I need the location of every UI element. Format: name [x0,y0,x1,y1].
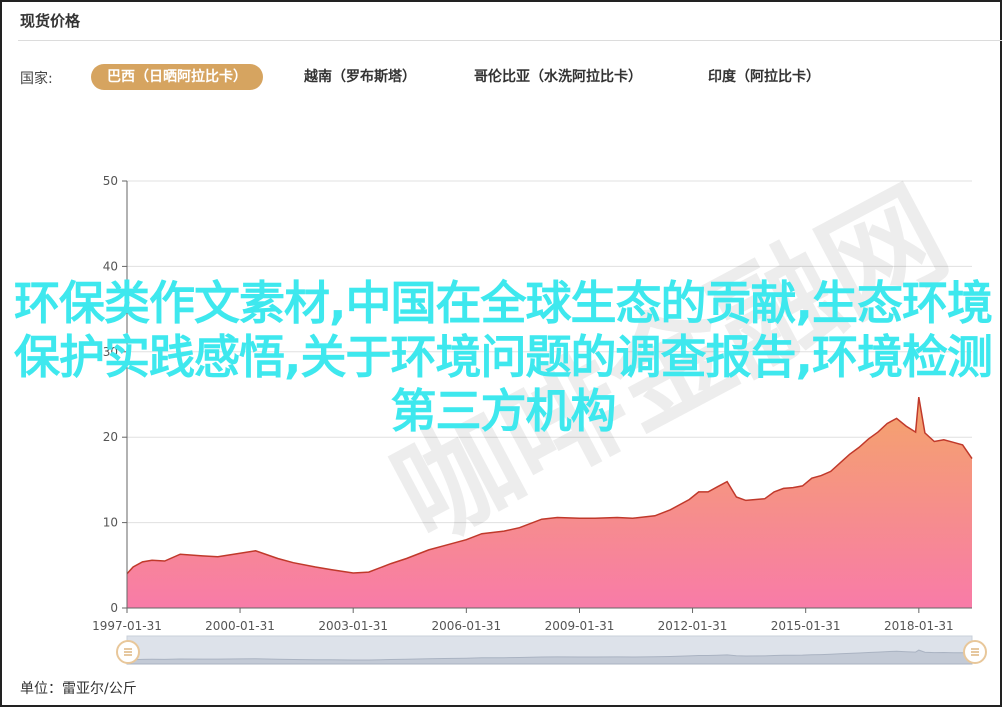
x-tick-label: 2015-01-31 [771,619,841,633]
y-tick-label: 0 [110,601,118,615]
x-tick-label: 2018-01-31 [884,619,954,633]
y-tick-label: 50 [103,174,118,188]
unit-label: 单位：雷亚尔/公斤 [20,681,137,697]
x-tick-label: 1997-01-31 [92,619,162,633]
price-area [127,397,972,608]
x-tick-label: 2000-01-31 [205,619,275,633]
price-area-chart: 0 10 20 30 40 50 1997-01-31 2000-01-31 2003-01-3… [92,174,987,665]
y-tick-label: 30 [103,345,118,359]
x-tick-label: 2003-01-31 [318,619,388,633]
x-tick-label: 2006-01-31 [431,619,501,633]
x-tick-label: 2009-01-31 [545,619,615,633]
x-tick-label: 2012-01-31 [658,619,728,633]
zoom-handle-left[interactable] [116,640,140,664]
y-tick-label: 20 [103,430,118,444]
zoom-handle-right[interactable] [963,640,987,664]
y-tick-label: 40 [103,259,118,273]
y-tick-label: 10 [103,516,118,530]
